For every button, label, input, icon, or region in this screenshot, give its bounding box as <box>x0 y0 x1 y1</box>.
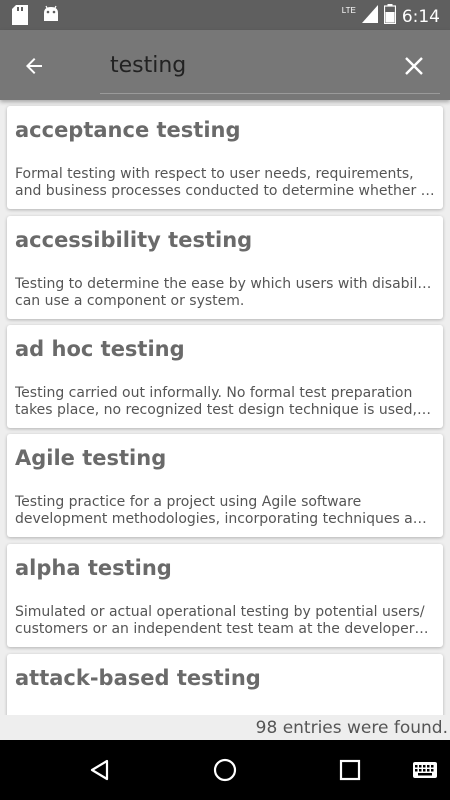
signal-icon <box>361 5 378 28</box>
nav-back-button[interactable] <box>85 755 115 785</box>
nav-home-button[interactable] <box>210 755 240 785</box>
search-field <box>100 42 440 94</box>
result-card-ad-hoc-testing[interactable]: ad hoc testing Testing carried out infor… <box>7 325 443 428</box>
app-bar <box>0 30 450 100</box>
results-footer: 98 entries were found. <box>0 715 450 740</box>
nav-keyboard-button[interactable] <box>408 755 442 785</box>
result-card-accessibility-testing[interactable]: accessibility testing Testing to determi… <box>7 216 443 319</box>
back-button[interactable] <box>18 50 50 82</box>
search-input[interactable] <box>110 50 380 80</box>
recents-square-icon <box>339 759 361 781</box>
sd-card-icon <box>12 5 28 30</box>
navigation-bar <box>0 740 450 800</box>
result-card-agile-testing[interactable]: Agile testing Testing practice for a pro… <box>7 434 443 537</box>
status-bar: LTE 6:14 <box>0 0 450 30</box>
arrow-left-icon <box>26 58 42 74</box>
battery-icon <box>383 4 396 29</box>
clock: 6:14 <box>401 6 440 27</box>
result-term: ad hoc testing <box>15 337 185 361</box>
result-term: Agile testing <box>15 446 167 470</box>
result-description: Testing carried out informally. No forma… <box>15 385 435 418</box>
network-type: LTE <box>341 6 356 15</box>
result-term: acceptance testing <box>15 118 241 142</box>
home-circle-icon <box>213 758 237 782</box>
result-card-alpha-testing[interactable]: alpha testing Simulated or actual operat… <box>7 544 443 647</box>
clear-search-button[interactable] <box>400 52 428 80</box>
results-list[interactable]: acceptance testing Formal testing with r… <box>0 100 450 715</box>
result-term: alpha testing <box>15 556 172 580</box>
result-term: accessibility testing <box>15 228 253 252</box>
result-card-attack-based-testing[interactable]: attack-based testing <box>7 654 443 715</box>
android-icon <box>42 5 60 30</box>
result-description: Testing practice for a project using Agi… <box>15 494 435 527</box>
keyboard-icon <box>413 762 437 778</box>
back-triangle-icon <box>90 759 109 781</box>
result-description: Formal testing with respect to user need… <box>15 166 435 199</box>
result-card-acceptance-testing[interactable]: acceptance testing Formal testing with r… <box>7 106 443 209</box>
close-icon <box>405 57 423 75</box>
nav-recents-button[interactable] <box>335 755 365 785</box>
result-term: attack-based testing <box>15 666 261 690</box>
result-description: Simulated or actual operational testing … <box>15 604 435 637</box>
results-count: 98 entries were found. <box>255 718 448 738</box>
result-description: Testing to determine the ease by which u… <box>15 276 435 309</box>
